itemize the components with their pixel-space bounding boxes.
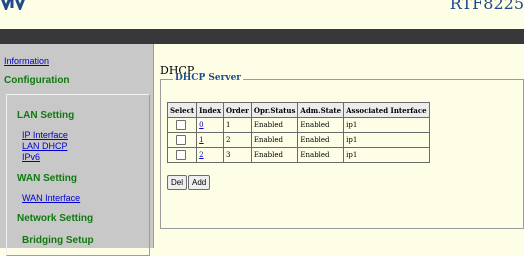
index-link[interactable]: 1 <box>199 136 203 144</box>
select-cell <box>166 132 198 148</box>
opr-status-cell: Enabled <box>250 132 299 148</box>
select-checkbox[interactable] <box>176 150 186 160</box>
column-header: Order <box>223 102 252 118</box>
index-cell: 2 <box>196 147 225 163</box>
sidebar-item-lan-setting[interactable]: LAN Setting <box>17 110 74 121</box>
column-header: Select <box>166 102 198 118</box>
adm-state-cell: Enabled <box>297 117 345 133</box>
del-button[interactable]: Del <box>167 175 188 190</box>
dhcp-server-table: Select Index Order Opr.Status Adm.State … <box>166 102 430 163</box>
index-cell: 1 <box>196 132 225 148</box>
interface-cell: ip1 <box>343 117 430 133</box>
opr-status-cell: Enabled <box>250 147 299 163</box>
sidebar-item-ipv6[interactable]: IPv6 <box>22 152 40 162</box>
sidebar-item-lan-dhcp[interactable]: LAN DHCP <box>22 141 68 151</box>
order-cell: 3 <box>223 147 252 163</box>
menu-bar <box>0 29 524 44</box>
select-cell <box>166 117 198 133</box>
adm-state-cell: Enabled <box>297 147 345 163</box>
column-header: Index <box>196 102 225 118</box>
sidebar-item-ip-interface[interactable]: IP Interface <box>22 130 68 140</box>
sidebar-item-wan-interface[interactable]: WAN Interface <box>22 193 80 203</box>
main-content: DHCP DHCP Server Select Index Order Opr.… <box>160 44 524 248</box>
table-row: 2 3 Enabled Enabled ip1 <box>166 147 430 163</box>
model-name: RTF8225 <box>449 0 524 13</box>
interface-cell: ip1 <box>343 147 430 163</box>
opr-status-cell: Enabled <box>250 117 299 133</box>
adm-state-cell: Enabled <box>297 132 345 148</box>
index-link[interactable]: 0 <box>199 121 203 129</box>
select-cell <box>166 147 198 163</box>
column-header: Adm.State <box>297 102 345 118</box>
fieldset-legend: DHCP Server <box>173 73 244 83</box>
add-button[interactable]: Add <box>188 175 211 190</box>
sidebar-item-information[interactable]: Information <box>4 56 49 66</box>
index-cell: 0 <box>196 117 225 133</box>
sidebar-item-network-setting[interactable]: Network Setting <box>17 213 93 224</box>
table-header-row: Select Index Order Opr.Status Adm.State … <box>166 102 430 118</box>
select-checkbox[interactable] <box>176 135 186 145</box>
order-cell: 2 <box>223 132 252 148</box>
index-link[interactable]: 2 <box>199 151 203 159</box>
sidebar-item-wan-setting[interactable]: WAN Setting <box>17 173 77 184</box>
sidebar: Information Configuration LAN Setting IP… <box>0 44 154 256</box>
sidebar-item-bridging-setup[interactable]: Bridging Setup <box>22 235 94 246</box>
brand-logo-icon <box>0 0 36 13</box>
table-row: 0 1 Enabled Enabled ip1 <box>166 117 430 133</box>
table-row: 1 2 Enabled Enabled ip1 <box>166 132 430 148</box>
column-header: Associated Interface <box>343 102 430 118</box>
column-header: Opr.Status <box>250 102 299 118</box>
top-header: RTF8225 <box>0 0 524 29</box>
select-checkbox[interactable] <box>176 120 186 130</box>
order-cell: 1 <box>223 117 252 133</box>
sidebar-item-configuration[interactable]: Configuration <box>4 75 70 86</box>
interface-cell: ip1 <box>343 132 430 148</box>
